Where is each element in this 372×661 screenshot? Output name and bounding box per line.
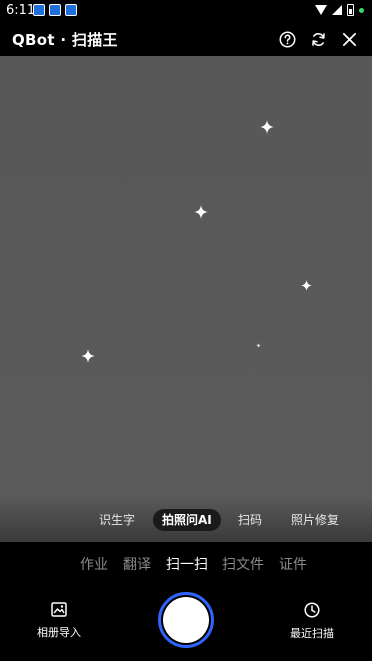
app-title: QBot · 扫描王: [12, 31, 118, 49]
mode-chip-scan-code[interactable]: 扫码: [238, 509, 262, 531]
album-import-label: 相册导入: [37, 626, 81, 639]
sparkle-icon: [81, 349, 95, 363]
app-notification-icon: [49, 4, 61, 16]
recent-scans-button[interactable]: 最近扫描: [277, 602, 347, 641]
shutter-inner: [163, 597, 209, 643]
tab-translate[interactable]: 翻译: [123, 554, 151, 574]
tab-homework[interactable]: 作业: [80, 554, 108, 574]
wifi-icon: [315, 5, 327, 15]
camera-preview[interactable]: [0, 56, 372, 542]
close-button[interactable]: [338, 28, 360, 50]
sparkle-icon: [260, 120, 274, 134]
tab-scan-file[interactable]: 扫文件: [222, 554, 264, 574]
status-dot-icon: [359, 7, 364, 13]
app-header: QBot · 扫描王: [0, 22, 372, 56]
clock-icon: [304, 602, 320, 618]
app-notification-icon: [33, 4, 45, 16]
mode-chip-ask-ai[interactable]: 拍照问AI: [153, 509, 221, 531]
tab-scan[interactable]: 扫一扫: [166, 554, 208, 574]
help-button[interactable]: [276, 28, 298, 50]
mode-chip-shengzi[interactable]: 识生字: [99, 509, 135, 531]
sparkle-icon: [256, 343, 261, 348]
sparkle-icon: [301, 280, 312, 291]
album-import-button[interactable]: 相册导入: [24, 602, 94, 640]
shutter-button[interactable]: [158, 592, 214, 648]
scan-tabs: 作业 翻译 扫一扫 扫文件 证件: [0, 554, 372, 576]
app-notification-icon: [65, 4, 77, 16]
question-circle-icon: [279, 31, 295, 47]
tab-id-card[interactable]: 证件: [279, 554, 307, 574]
recent-scans-label: 最近扫描: [290, 627, 334, 640]
close-icon: [342, 32, 356, 46]
mode-chip-photo-repair[interactable]: 照片修复: [291, 509, 339, 531]
status-bar: 6:11: [0, 0, 372, 22]
signal-icon: [332, 5, 342, 15]
status-time: 6:11: [6, 3, 36, 18]
mode-chips: 识生字 拍照问AI 扫码 照片修复: [0, 509, 372, 533]
notification-icons: [33, 4, 77, 16]
refresh-icon: [311, 32, 325, 46]
bottom-bar: 相册导入 最近扫描: [0, 590, 372, 661]
rotate-button[interactable]: [307, 28, 329, 50]
image-icon: [51, 602, 67, 617]
sparkle-icon: [194, 205, 208, 219]
system-icons: [315, 4, 364, 16]
battery-icon: [347, 4, 354, 16]
